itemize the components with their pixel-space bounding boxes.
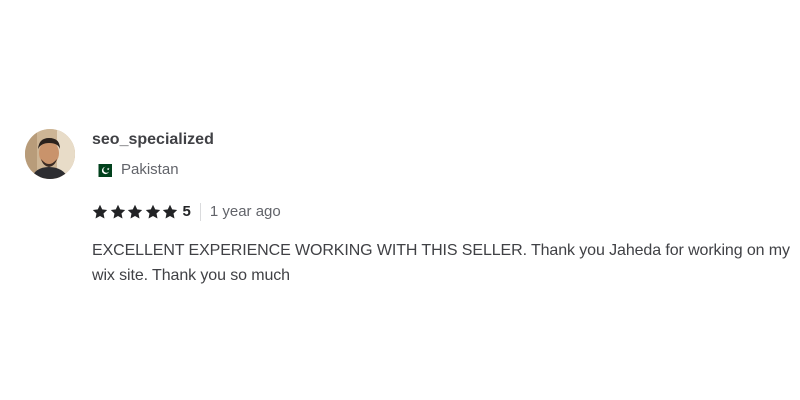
country-name: Pakistan: [121, 161, 179, 178]
rating-row: 5 1 year ago: [92, 203, 795, 221]
review-text: EXCELLENT EXPERIENCE WORKING WITH THIS S…: [92, 242, 790, 284]
star-icon: [110, 204, 125, 219]
pakistan-flag-icon: [94, 163, 112, 177]
reviewer-username[interactable]: seo_specialized: [92, 131, 795, 149]
review-time: 1 year ago: [209, 203, 281, 220]
star-icon: [127, 204, 143, 219]
reviewer-country: Pakistan: [92, 162, 795, 178]
star-icon: [162, 204, 178, 219]
rating-score: 5: [182, 203, 191, 220]
divider: [199, 203, 201, 221]
star-icon: [92, 204, 108, 219]
star-icon: [145, 204, 160, 219]
star-rating: [92, 204, 180, 220]
review-item: seo_specialized Pakistan 5 1 year ago EX…: [25, 129, 795, 288]
avatar[interactable]: [25, 129, 75, 179]
